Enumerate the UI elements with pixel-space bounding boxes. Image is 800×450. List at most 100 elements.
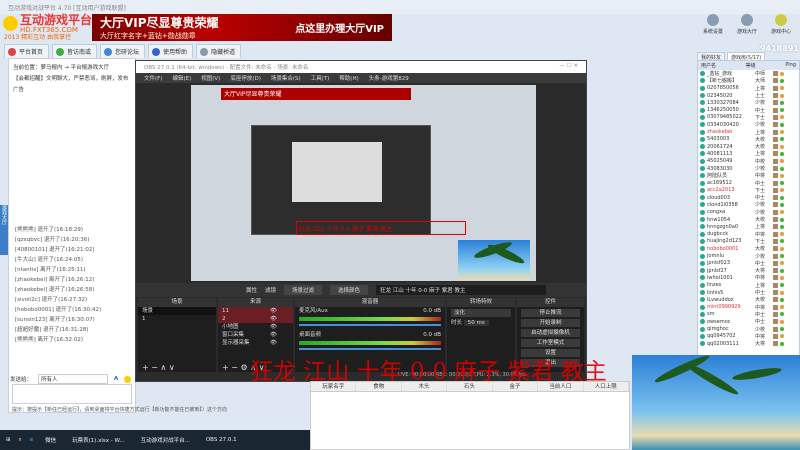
menu-item[interactable]: 底座停放(D) [230,74,261,82]
user-row[interactable]: hnngzgn0a0 上将 [698,223,799,230]
menu-item[interactable]: 编辑(E) [172,74,191,82]
source-item[interactable]: 2 👁 [218,315,293,323]
user-row[interactable]: 1330327084 少校 [698,99,799,106]
col-username[interactable]: 用户名 [701,62,716,69]
volume-slider[interactable] [299,348,441,350]
taskbar-item[interactable]: 玩票表(1).xlsx - W... [68,434,128,446]
table-header[interactable]: 木头 [402,382,448,391]
filters-button[interactable]: 滤镜 [265,286,276,294]
settings-button[interactable]: 系统设置 [700,12,726,35]
control-button-1[interactable]: 开始录制 [521,319,580,327]
user-row[interactable]: zhaokebei 上将 [698,128,799,136]
user-row[interactable]: acc2a2013 下士 [698,187,799,194]
duration-input[interactable]: 50 ms [463,320,489,326]
scene-filter-button[interactable]: 场景过滤 [284,285,323,295]
user-row[interactable]: ac169512 中士 [698,179,799,187]
col-level[interactable]: 等级 [746,62,756,69]
user-row[interactable]: 1346250050 中士 [698,106,799,114]
window-controls[interactable]: — ☐ ✕ [559,63,578,71]
table-header[interactable]: 玩家名字 [311,382,357,391]
control-button-2[interactable]: 启动虚拟摄像机 [521,329,580,337]
visibility-icon[interactable]: 👁 [270,331,277,339]
menu-item[interactable]: 工具(T) [311,74,330,82]
control-button-3[interactable]: 工作室模式 [521,339,580,347]
scene-add-remove-buttons[interactable]: + − ∧ ∨ [142,363,175,372]
tab-forum[interactable]: 您研论坛 [100,44,146,58]
tab-5[interactable]: 隐藏桥道 [196,44,242,58]
user-row[interactable]: _蓝钻_游戏 中师 [698,70,799,77]
user-row[interactable]: huajing2d123 下士 [698,238,799,245]
lobby-button[interactable]: 游戏大厅 [734,12,760,35]
table-header[interactable]: 石头 [447,382,493,391]
source-item[interactable]: 窗口采集 👁 [218,331,293,339]
user-row[interactable]: 03079485022 下士 [698,114,799,121]
user-row[interactable]: 40081113 上将 [698,150,799,157]
user-row[interactable]: sm 中士 [698,311,799,318]
user-row[interactable]: 0207850056 上将 [698,85,799,92]
taskbar-item[interactable]: 微信 [41,434,60,446]
user-row[interactable]: jomnlu 少校 [698,252,799,260]
banner-cta[interactable]: 点这里办理大厅VIP [295,20,384,35]
color-button[interactable]: 选择颜色 [330,285,369,295]
user-row[interactable]: linzes 上将 [698,282,799,289]
user-row[interactable]: 45025049 中校 [698,158,799,165]
menu-item[interactable]: 文件(F) [144,74,162,82]
user-row[interactable]: jpnlsf023 中士 [698,260,799,267]
source-item[interactable]: 小地图 👁 [218,323,293,331]
source-item[interactable]: 11 👁 [218,307,293,315]
user-row[interactable]: congxa 少校 [698,209,799,216]
taskbar-item[interactable]: 互动游戏对战平台... [137,434,194,446]
text-source-value[interactable]: 狂龙 江山 十年 0-0 麻子 紫君 教主 [376,285,547,295]
menu-item[interactable]: 帮助(H) [339,74,358,82]
table-header[interactable]: 当前人口 [538,382,584,391]
transition-select[interactable]: 淡化 [451,309,511,317]
table-header[interactable]: 食物 [356,382,402,391]
user-row[interactable]: 【新七搬搬】 大师 [698,77,799,84]
menu-item[interactable]: 头条-游戏第829 [369,74,409,82]
game-center-button[interactable]: 游戏中心 [768,12,794,35]
user-row[interactable]: qq0945702 中将 [698,333,799,340]
user-row[interactable]: cloud003 中士 [698,194,799,201]
user-row[interactable]: jpnlsf27 大将 [698,267,799,274]
user-row[interactable]: qq02003111 大将 [698,340,799,347]
user-row[interactable]: linhis5 中士 [698,289,799,296]
table-header[interactable]: 金子 [493,382,539,391]
start-icon[interactable]: ⊞ [6,437,11,443]
user-row[interactable]: 43083030 少校 [698,165,799,172]
user-row[interactable]: owsemoc 中士 [698,318,799,325]
tab-home[interactable]: 平台首页 [4,44,50,58]
user-row[interactable]: mint0990929 中将 [698,304,799,311]
side-tab-lobby[interactable]: 游戏大厅 [0,205,8,255]
control-button-0[interactable]: 停止推流 [521,309,580,317]
visibility-icon[interactable]: 👁 [270,307,277,315]
message-input[interactable] [12,384,132,404]
tab-2[interactable]: 皆访南或 [52,44,98,58]
user-row[interactable]: 20061724 大校 [698,143,799,150]
user-row[interactable]: 02345020 上士 [698,92,799,99]
visibility-icon[interactable]: 👁 [270,323,277,331]
visibility-icon[interactable]: 👁 [270,339,277,347]
emoji-icon[interactable] [124,375,132,383]
user-row[interactable]: qimghoc 少校 [698,325,799,333]
scene-item[interactable]: 场景 [138,307,216,315]
taskbar-item[interactable]: OBS 27.0.1 [202,435,241,445]
user-row[interactable]: hnw1054 大校 [698,216,799,223]
user-row[interactable]: 阿陆队员 中将 [698,172,799,179]
font-icon[interactable]: A [114,376,118,382]
user-row[interactable]: 0334030420 少校 [698,121,799,128]
scene-item[interactable]: 1 [138,315,216,323]
send-to-select[interactable]: 所有人 [38,374,109,384]
search-icon[interactable]: ⌕ [19,437,22,444]
user-row[interactable]: 5403003 大校 [698,136,799,143]
tab-help[interactable]: 使用帮助 [148,44,194,58]
properties-button[interactable]: 属性 [246,286,257,294]
col-ping[interactable]: Ping [785,62,796,69]
user-row[interactable]: lwhoi1001 中将 [698,274,799,281]
menu-item[interactable]: 场景集合(S) [271,74,301,82]
vip-banner[interactable]: 大厅VIP尽显尊贵荣耀 大厅红字名字+蓝钻+勋战勋章 点这里办理大厅VIP [92,14,392,41]
edge-icon[interactable]: e [30,437,33,443]
menu-item[interactable]: 视图(V) [201,74,220,82]
user-row[interactable]: hobobo0001 大校 [698,245,799,252]
table-header[interactable]: 人口上限 [584,382,629,391]
user-row[interactable]: clond1i0358 少校 [698,201,799,208]
